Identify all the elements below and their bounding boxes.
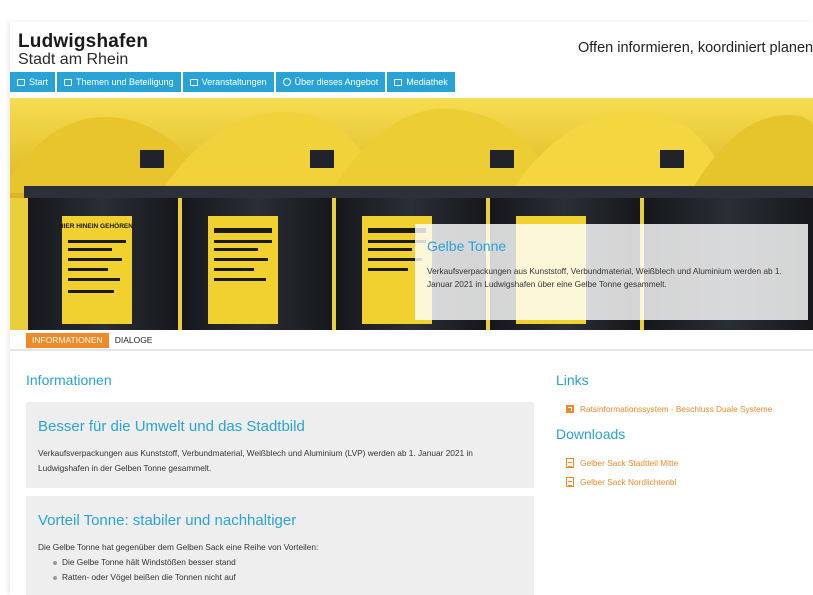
document-icon <box>566 477 574 487</box>
advantages-list: Die Gelbe Tonne hält Windstößen besser s… <box>50 555 236 585</box>
section-title-informationen: Informationen <box>26 372 112 388</box>
nav-item-mediathek[interactable]: Mediathek <box>387 72 455 92</box>
hero-title: Gelbe Tonne <box>427 238 507 254</box>
nav-item-label: Über dieses Angebot <box>294 77 379 87</box>
logo-title: Ludwigshafen <box>18 31 149 52</box>
download-label: Gelber Sack Stadtteil Mitte <box>580 458 679 468</box>
media-icon <box>394 78 403 86</box>
calendar-icon <box>189 78 198 86</box>
nav-item-label: Mediathek <box>406 77 448 87</box>
site-tagline: Offen informieren, koordiniert planen <box>578 40 813 56</box>
nav-item-label: Themen und Beteiligung <box>76 77 174 87</box>
nav-item-label: Veranstaltungen <box>201 77 267 87</box>
content-tabs: INFORMATIONEN DIALOGE <box>26 333 158 348</box>
download-gelber-sack-mitte[interactable]: Gelber Sack Stadtteil Mitte <box>566 458 678 468</box>
nav-item-ueber[interactable]: Über dieses Angebot <box>275 72 386 92</box>
info-card: Vorteil Tonne: stabiler und nachhaltiger… <box>26 496 534 595</box>
page: Ludwigshafen Stadt am Rhein Offen inform… <box>10 22 813 595</box>
tab-informationen[interactable]: INFORMATIONEN <box>26 333 109 348</box>
link-ratsinformationssystem[interactable]: Ratsinformationssystem - Beschluss Duale… <box>566 404 772 414</box>
site-logo[interactable]: Ludwigshafen Stadt am Rhein <box>18 32 148 68</box>
download-gelber-sack-nord[interactable]: Gelber Sack Nordlichtenbl <box>566 477 676 487</box>
logo-subtitle: Stadt am Rhein <box>18 51 129 68</box>
document-icon <box>566 458 574 468</box>
home-icon <box>17 78 25 86</box>
card-text: Verkaufsverpackungen aus Kunststoff, Ver… <box>38 448 473 473</box>
section-title-links: Links <box>556 372 589 388</box>
hero-caption: Gelbe Tonne Verkaufsverpackungen aus Kun… <box>415 224 808 320</box>
nav-item-veranstaltungen[interactable]: Veranstaltungen <box>182 72 274 92</box>
info-card: Besser für die Umwelt und das Stadtbild … <box>26 402 534 488</box>
tab-dialoge[interactable]: DIALOGE <box>109 333 159 348</box>
section-title-downloads: Downloads <box>556 426 626 442</box>
tab-divider <box>10 349 813 351</box>
bin-sticker-label: HIER HINEIN GEHÖREN: <box>59 221 135 230</box>
list-item: Die Gelbe Tonne hält Windstößen besser s… <box>50 555 236 570</box>
hero-text: Verkaufsverpackungen aus Kunststoff, Ver… <box>427 266 782 289</box>
chat-icon <box>64 78 73 86</box>
nav-item-label: Start <box>29 77 49 87</box>
nav-item-themen[interactable]: Themen und Beteiligung <box>57 72 181 92</box>
hero-banner: HIER HINEIN GEHÖREN: Gelbe Tonne Verkauf… <box>10 98 813 330</box>
card-text: Die Gelbe Tonne hat gegenüber dem Gelben… <box>38 542 319 552</box>
external-link-icon <box>566 405 574 413</box>
link-label: Ratsinformationssystem - Beschluss Duale… <box>580 404 773 414</box>
card-title: Vorteil Tonne: stabiler und nachhaltiger <box>38 512 297 529</box>
card-title: Besser für die Umwelt und das Stadtbild <box>38 418 305 435</box>
info-icon <box>282 78 291 86</box>
nav-item-start[interactable]: Start <box>10 72 56 92</box>
main-nav: Start Themen und Beteiligung Veranstaltu… <box>10 72 455 92</box>
download-label: Gelber Sack Nordlichtenbl <box>580 477 677 487</box>
list-item: Ratten- oder Vögel beißen die Tonnen nic… <box>50 570 236 585</box>
